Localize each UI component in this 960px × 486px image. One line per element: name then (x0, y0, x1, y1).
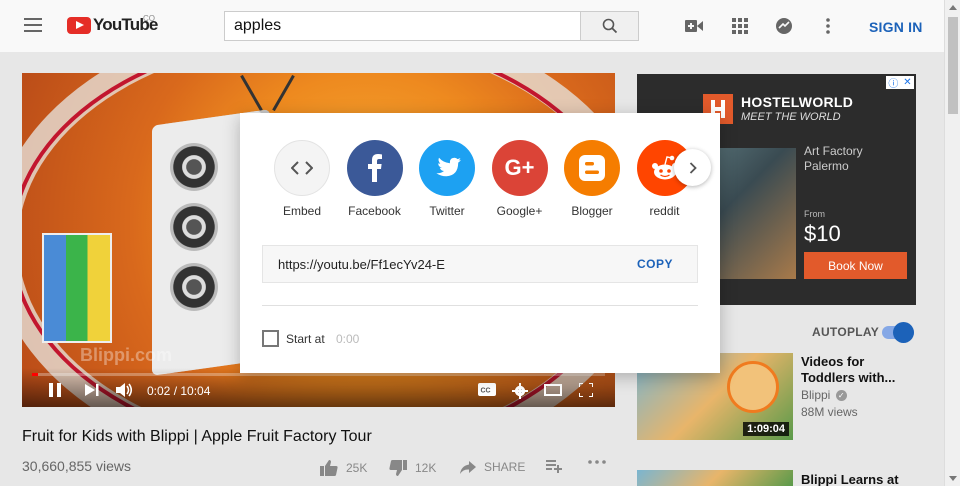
like-button[interactable]: 25K (320, 460, 367, 476)
share-google-plus[interactable]: G+ Google+ (484, 140, 556, 218)
adchoices-icon[interactable]: ⓘ (888, 75, 898, 90)
ad-location-line: Art Factory (804, 144, 863, 158)
masthead: YouTube CO SIGN IN (0, 0, 944, 52)
thumbnail-face (727, 361, 779, 413)
copy-button[interactable]: COPY (637, 257, 673, 271)
share-arrow-icon (460, 460, 476, 474)
ad-price: $10 (804, 221, 841, 246)
thumbs-up-icon (320, 460, 338, 476)
divider (262, 305, 698, 306)
share-blogger[interactable]: Blogger (556, 140, 628, 218)
start-at-label: Start at (286, 332, 325, 346)
like-count: 25K (346, 461, 368, 475)
share-next-button[interactable] (674, 149, 711, 186)
menu-icon[interactable] (24, 18, 42, 32)
related-views: 88M views (801, 405, 858, 419)
verified-icon: ✓ (835, 390, 847, 402)
share-label: Google+ (496, 204, 543, 218)
twitter-icon[interactable] (419, 140, 475, 196)
start-at-checkbox[interactable] (262, 330, 279, 347)
share-button[interactable]: SHARE (460, 460, 525, 474)
share-twitter[interactable]: Twitter (411, 140, 483, 218)
share-label: Embed (282, 204, 322, 218)
book-now-button[interactable]: Book Now (804, 252, 907, 279)
google-plus-icon[interactable]: G+ (491, 140, 548, 196)
more-vert-icon[interactable] (819, 17, 837, 35)
pause-icon[interactable] (48, 383, 62, 402)
ad-choices[interactable]: ⓘ ✕ (886, 75, 914, 90)
progress-fill (32, 373, 38, 376)
blogger-icon[interactable] (564, 140, 620, 196)
search-input[interactable] (225, 12, 580, 40)
ad-location-line: Palermo (804, 159, 849, 173)
share-label: Twitter (429, 204, 465, 218)
sign-in-button[interactable]: SIGN IN (869, 19, 923, 35)
player-controls: 0:02 / 10:04 CC (22, 368, 615, 407)
embed-icon[interactable] (274, 140, 330, 196)
video-frame-decoration (170, 203, 218, 251)
time-display: 0:02 / 10:04 (147, 384, 211, 398)
share-facebook[interactable]: Facebook (339, 140, 411, 218)
scroll-up-arrow-icon[interactable] (949, 5, 957, 10)
share-label: Blogger (571, 204, 613, 218)
captions-icon[interactable]: CC (478, 383, 496, 401)
fullscreen-icon[interactable] (578, 382, 594, 402)
start-at-time-input[interactable]: 0:00 (336, 332, 359, 346)
watermark: Blippi.com (80, 345, 173, 365)
theater-mode-icon[interactable] (544, 383, 562, 401)
search-box (224, 11, 581, 41)
add-to-playlist-icon[interactable] (546, 460, 562, 473)
facebook-icon[interactable] (346, 140, 403, 196)
settings-gear-icon[interactable] (512, 383, 528, 404)
related-channel: Blippi ✓ (801, 388, 847, 402)
dislike-button[interactable]: 12K (389, 460, 436, 476)
apps-grid-icon[interactable] (731, 17, 749, 35)
search-icon (602, 18, 617, 34)
view-count: 30,660,855 views (22, 458, 131, 474)
share-label: Facebook (348, 204, 401, 218)
share-url-field[interactable]: https://youtu.be/Ff1ecYv24-E COPY (262, 245, 698, 283)
close-icon[interactable]: ✕ (903, 77, 911, 88)
video-frame-decoration (42, 233, 112, 343)
youtube-play-icon (67, 16, 91, 34)
share-url[interactable]: https://youtu.be/Ff1ecYv24-E (278, 257, 445, 272)
ad-location: Art Factory Palermo (804, 144, 863, 174)
video-camera-icon[interactable] (685, 17, 703, 35)
share-label: reddit (649, 204, 680, 218)
video-frame-decoration (170, 143, 218, 191)
scrollbar-thumb[interactable] (948, 17, 958, 114)
progress-bar[interactable] (32, 373, 605, 376)
share-dialog: Embed Facebook Twitter G+ Google+ Blogge… (240, 113, 720, 373)
volume-icon[interactable] (116, 383, 134, 402)
region-code: CO (143, 14, 155, 23)
video-frame-decoration (170, 263, 218, 311)
scroll-down-arrow-icon[interactable] (949, 476, 957, 481)
messages-icon[interactable] (775, 17, 793, 35)
dislike-count: 12K (415, 461, 437, 475)
more-actions-icon[interactable] (588, 460, 606, 464)
related-thumbnail[interactable] (637, 470, 793, 486)
svg-text:CC: CC (481, 388, 491, 395)
autoplay-toggle-knob[interactable] (893, 322, 914, 343)
share-embed[interactable]: Embed (266, 140, 338, 218)
video-duration: 1:09:04 (743, 422, 789, 436)
video-title: Fruit for Kids with Blippi | Apple Fruit… (22, 428, 372, 445)
autoplay-label: AUTOPLAY (812, 325, 880, 339)
thumbs-down-icon (389, 460, 407, 476)
page-scrollbar[interactable] (944, 0, 960, 486)
search-button[interactable] (580, 11, 639, 41)
ad-tagline: MEET THE WORLD (741, 111, 841, 123)
ad-from-label: From (804, 209, 825, 219)
chevron-right-icon (689, 161, 697, 174)
related-title[interactable]: Videos for Toddlers with... (801, 354, 911, 386)
ad-brand: HOSTELWORLD (741, 94, 854, 110)
related-title[interactable]: Blippi Learns at (801, 472, 899, 486)
next-icon[interactable] (85, 383, 99, 402)
channel-name: Blippi (801, 388, 831, 402)
share-targets: Embed Facebook Twitter G+ Google+ Blogge… (266, 140, 701, 218)
share-label: SHARE (484, 460, 526, 474)
